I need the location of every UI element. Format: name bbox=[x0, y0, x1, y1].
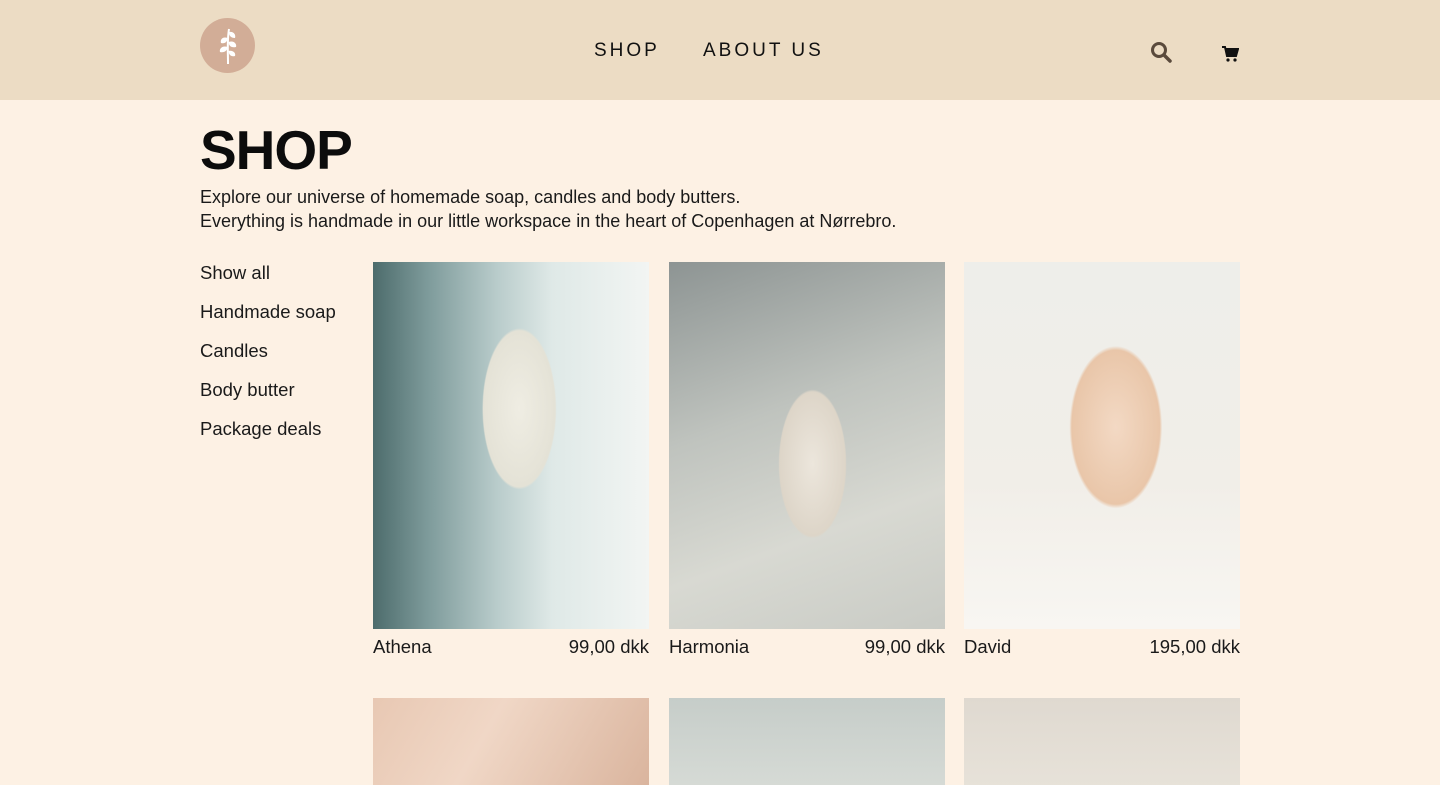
product-price: 99,00 dkk bbox=[864, 636, 945, 657]
nav-about-us-link[interactable]: ABOUT US bbox=[703, 40, 824, 66]
category-show-all[interactable]: Show all bbox=[200, 262, 336, 301]
product-card-athena[interactable]: Athena 99,00 dkk bbox=[373, 262, 649, 658]
site-header: SHOP ABOUT US bbox=[0, 0, 1440, 100]
leaf-logo-icon[interactable] bbox=[200, 18, 255, 73]
cart-icon[interactable] bbox=[1221, 45, 1240, 63]
category-sidebar: Show all Handmade soap Candles Body butt… bbox=[200, 262, 336, 457]
product-image[interactable] bbox=[373, 698, 649, 785]
product-image[interactable] bbox=[373, 262, 649, 629]
intro-text: Explore our universe of homemade soap, c… bbox=[200, 185, 1100, 233]
product-name: Athena bbox=[373, 636, 432, 657]
intro-line-1: Explore our universe of homemade soap, c… bbox=[200, 187, 741, 207]
product-image[interactable] bbox=[964, 698, 1240, 785]
category-candles[interactable]: Candles bbox=[200, 340, 336, 379]
category-body-butter[interactable]: Body butter bbox=[200, 379, 336, 418]
product-name: David bbox=[964, 636, 1012, 657]
product-price: 195,00 dkk bbox=[1149, 636, 1240, 657]
product-card-harmonia[interactable]: Harmonia 99,00 dkk bbox=[669, 262, 945, 658]
product-price: 99,00 dkk bbox=[568, 636, 649, 657]
nav-shop-link[interactable]: SHOP bbox=[594, 40, 660, 66]
category-package-deals[interactable]: Package deals bbox=[200, 418, 336, 457]
page-title: SHOP bbox=[200, 119, 353, 181]
search-icon[interactable] bbox=[1150, 41, 1172, 63]
product-card[interactable] bbox=[964, 698, 1240, 785]
category-handmade-soap[interactable]: Handmade soap bbox=[200, 301, 336, 340]
product-image[interactable] bbox=[669, 698, 945, 785]
product-card-david[interactable]: David 195,00 dkk bbox=[964, 262, 1240, 658]
product-card[interactable] bbox=[373, 698, 649, 785]
product-name: Harmonia bbox=[669, 636, 750, 657]
product-card[interactable] bbox=[669, 698, 945, 785]
product-image[interactable] bbox=[669, 262, 945, 629]
intro-line-2: Everything is handmade in our little wor… bbox=[200, 211, 897, 231]
product-image[interactable] bbox=[964, 262, 1240, 629]
